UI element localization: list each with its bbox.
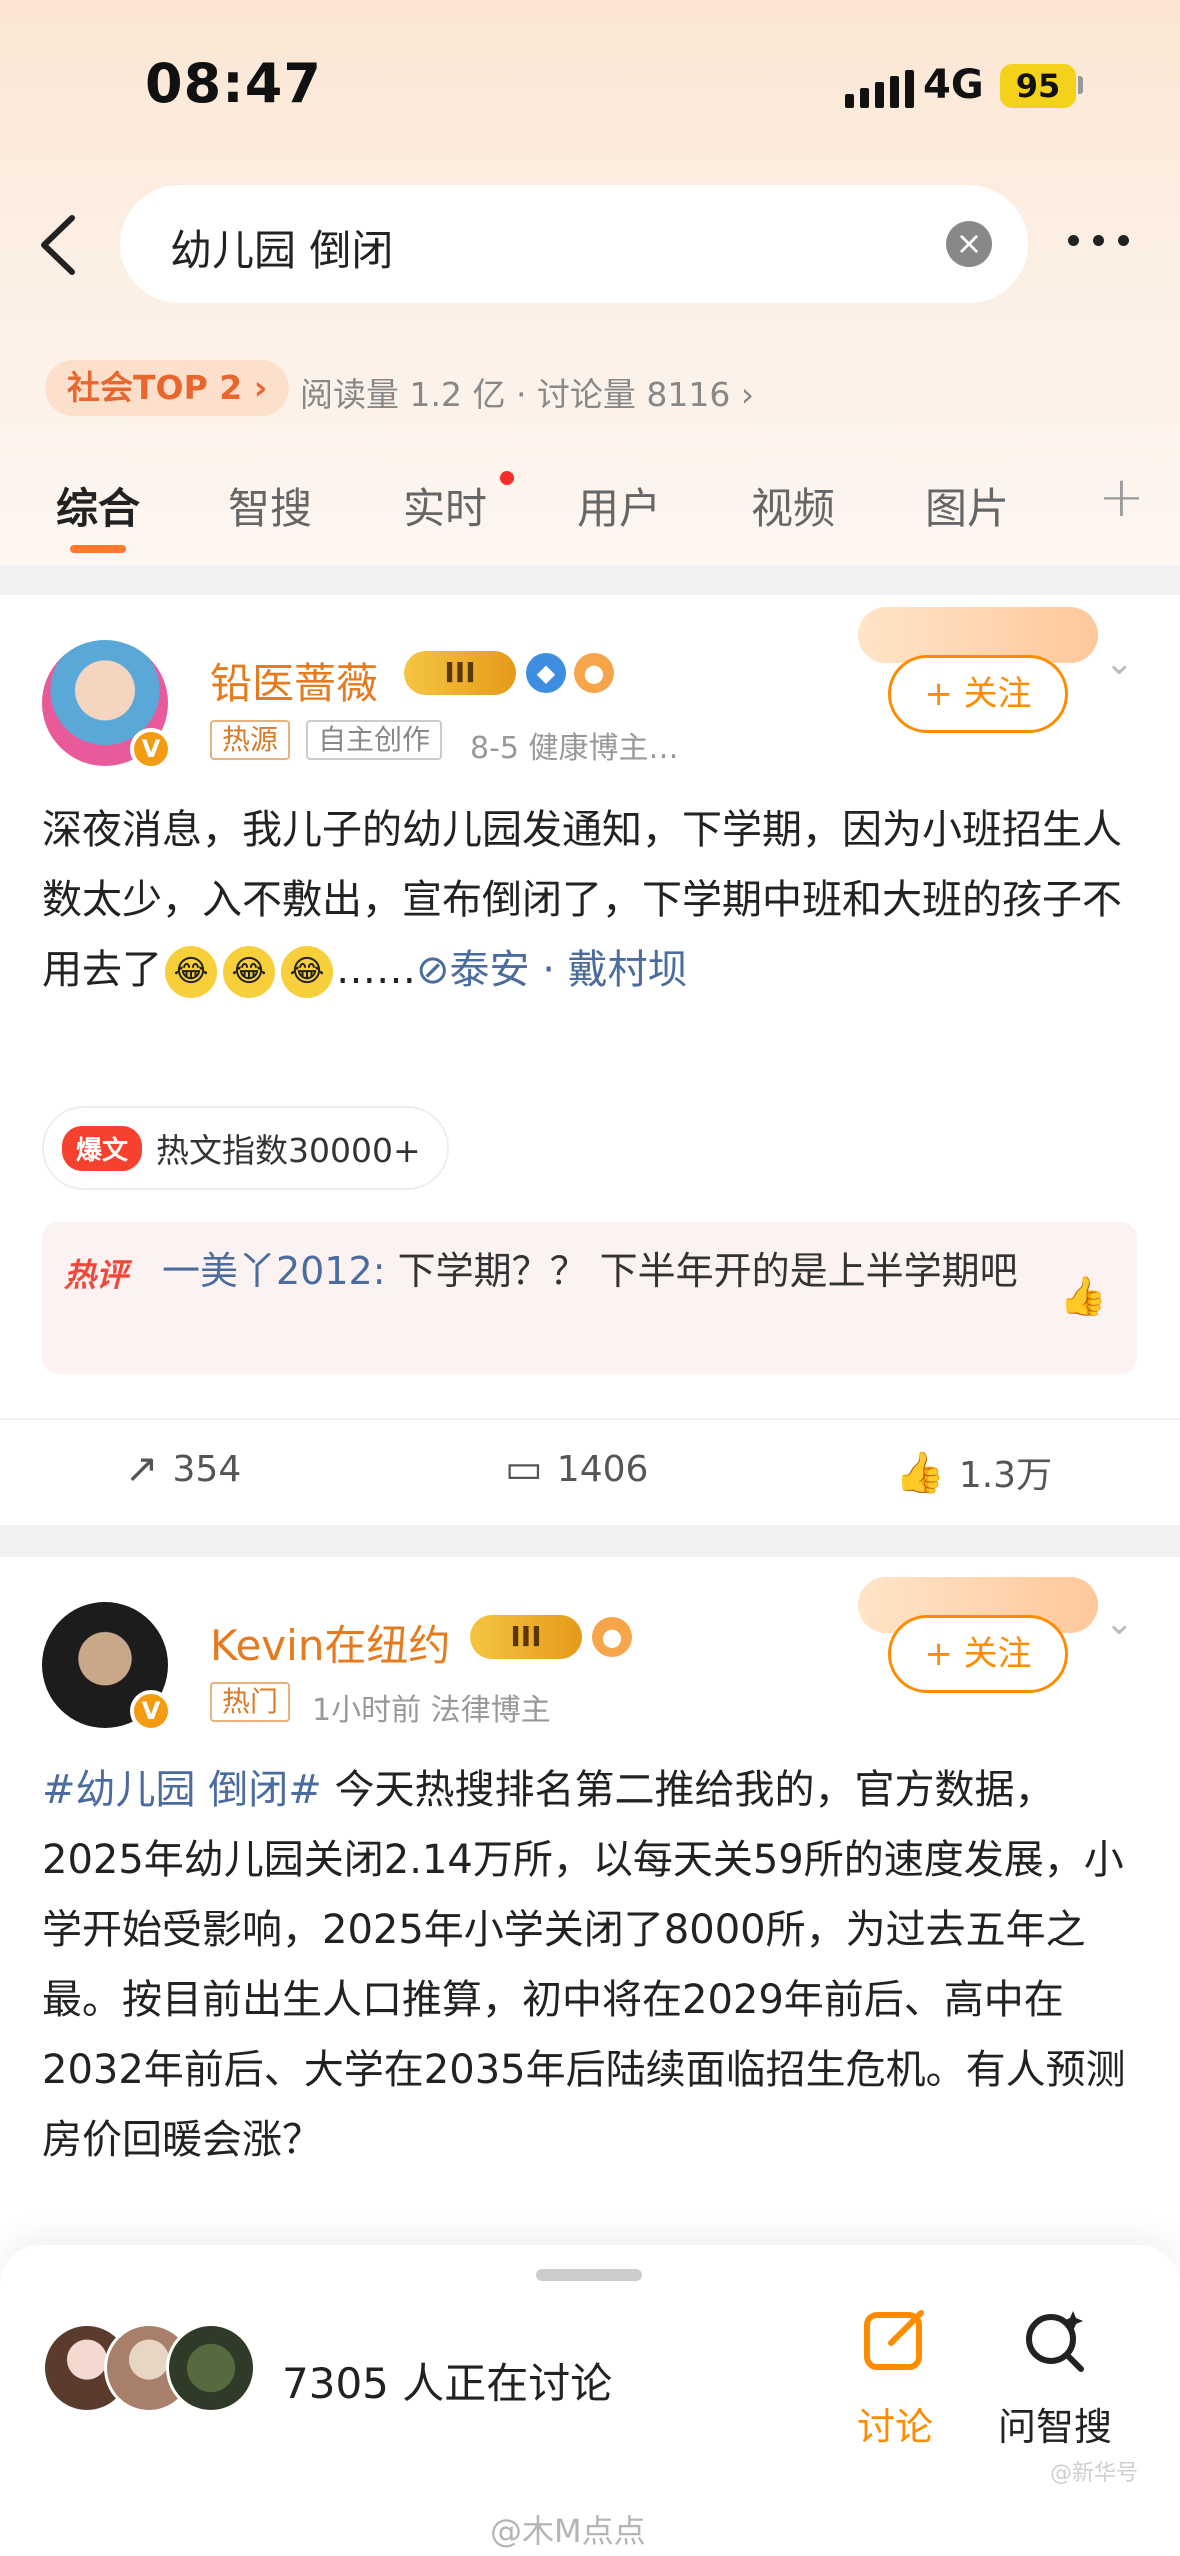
cry-laugh-emoji-icon: 😂 [281, 946, 333, 998]
comment-button[interactable]: ▭ 1406 [505, 1446, 648, 1492]
topic-stats[interactable]: 阅读量 1.2 亿 · 讨论量 8116 › [300, 368, 754, 416]
drag-handle[interactable] [536, 2269, 642, 2281]
tab-users[interactable]: 用户 [577, 475, 661, 536]
hot-comment[interactable]: 热评 一美丫2012: 下学期？？ 下半年开的是上半学期吧 👍 [42, 1222, 1137, 1374]
verified-icon: V [130, 1690, 172, 1732]
post-meta: 1小时前 法律博主 [312, 1693, 551, 1728]
share-icon: ↗ [125, 1446, 159, 1492]
like-count: 1.3万 [958, 1455, 1053, 1496]
header-area: 08:47 4G 95 幼儿园 倒闭 × 社会TOP 2 › 阅读量 1.2 亿… [0, 0, 1180, 565]
tag-hot: 热门 [210, 1682, 291, 1722]
comment-icon: ▭ [505, 1446, 543, 1492]
search-query: 幼儿园 倒闭 [170, 226, 394, 275]
follow-button[interactable]: + 关注 [888, 1615, 1068, 1693]
tab-smart-search[interactable]: 智搜 [228, 475, 312, 536]
add-tab-icon[interactable]: + [1098, 465, 1145, 530]
comment-body: 下学期？？ 下半年开的是上半学期吧 [385, 1249, 1018, 1293]
back-button[interactable] [30, 210, 90, 280]
tab-realtime[interactable]: 实时 [403, 475, 487, 536]
clock: 08:47 [145, 52, 322, 115]
repost-button[interactable]: ↗ 354 [125, 1446, 241, 1492]
tab-images[interactable]: 图片 [925, 475, 1009, 536]
post-body: 今天热搜排名第二推给我的，官方数据，2025年幼儿园关闭2.14万所，以每天关5… [42, 1767, 1126, 2163]
notification-dot [500, 471, 514, 485]
participant-avatars [42, 2323, 262, 2433]
avatar[interactable]: V [42, 1602, 172, 1732]
hot-index-badge[interactable]: 爆文 热文指数30000+ [42, 1106, 449, 1190]
search-sparkle-icon [985, 2305, 1125, 2396]
battery-icon: 95 [1000, 64, 1076, 108]
tab-bar: 综合 智搜 实时 用户 视频 图片 + [0, 465, 1180, 565]
signal-icon [845, 70, 914, 108]
thumbs-up-icon[interactable]: 👍 [1060, 1274, 1107, 1319]
tag-original: 自主创作 [306, 720, 443, 760]
search-input[interactable]: 幼儿园 倒闭 × [120, 185, 1028, 303]
post-text[interactable]: 深夜消息，我儿子的幼儿园发通知，下学期，因为小班招生人数太少，入不敷出，宣布倒闭… [42, 795, 1142, 1005]
level-badge: III [404, 651, 516, 695]
discussion-count: 7305 人正在讨论 [282, 2359, 613, 2408]
cry-laugh-emoji-icon: 😂 [165, 946, 217, 998]
verified-icon: V [130, 728, 172, 770]
ellipsis: …… [336, 947, 416, 993]
edit-icon [825, 2305, 965, 2396]
cry-laugh-emoji-icon: 😂 [223, 946, 275, 998]
thumbs-up-icon: 👍 [895, 1449, 945, 1496]
tab-comprehensive[interactable]: 综合 [56, 475, 140, 536]
location-link[interactable]: 泰安 · 戴村坝 [450, 947, 688, 993]
level-badge: III [470, 1615, 582, 1659]
topic-rank-badge[interactable]: 社会TOP 2 › [45, 360, 290, 416]
chevron-down-icon[interactable]: ⌄ [1105, 643, 1134, 683]
hashtag-link[interactable]: #幼儿园 倒闭# [42, 1767, 322, 1813]
clear-icon[interactable]: × [946, 221, 992, 267]
hot-article-label: 爆文 [62, 1125, 143, 1171]
active-tab-indicator [70, 545, 126, 553]
ask-label: 问智搜 [997, 2405, 1112, 2449]
avatar [166, 2323, 256, 2413]
chevron-down-icon[interactable]: ⌄ [1105, 1603, 1134, 1643]
follow-button[interactable]: + 关注 [888, 655, 1068, 733]
comment-user[interactable]: 一美丫2012: [162, 1249, 386, 1293]
username[interactable]: 铅医蔷薇 [210, 650, 378, 711]
avatar[interactable]: V [42, 640, 172, 770]
like-button[interactable]: 👍 1.3万 [895, 1446, 1052, 1498]
ask-smart-search-button[interactable]: 问智搜 [985, 2305, 1125, 2451]
hot-comment-label: 热评 [64, 1256, 129, 1294]
status-bar: 08:47 4G 95 [0, 0, 1180, 170]
location-icon: ⊘ [416, 947, 450, 993]
comment-count: 1406 [556, 1448, 649, 1490]
discuss-label: 讨论 [856, 2405, 933, 2449]
repost-count: 354 [172, 1448, 242, 1490]
discuss-button[interactable]: 讨论 [825, 2305, 965, 2451]
hot-index-text: 热文指数30000+ [156, 1131, 421, 1170]
shield-icon: ◆ [526, 653, 566, 693]
tag-hot-source: 热源 [210, 720, 291, 760]
battery-tip [1078, 76, 1083, 94]
tab-videos[interactable]: 视频 [751, 475, 835, 536]
username[interactable]: Kevin在纽约 [210, 1612, 450, 1673]
more-icon[interactable] [1068, 235, 1129, 246]
watermark: @木M点点 [490, 2512, 646, 2550]
hot-comment-text: 一美丫2012: 下学期？？ 下半年开的是上半学期吧 [162, 1238, 1042, 1304]
watermark-secondary: @新华号 [1050, 2461, 1139, 2486]
fish-icon: ● [574, 653, 614, 693]
network-label: 4G [923, 62, 984, 108]
post-text[interactable]: #幼儿园 倒闭# 今天热搜排名第二推给我的，官方数据，2025年幼儿园关闭2.1… [42, 1755, 1142, 2175]
post-meta: 8-5 健康博主… [470, 731, 679, 766]
chevron-left-icon [41, 215, 75, 275]
fish-icon: ● [592, 1617, 632, 1657]
action-bar: ↗ 354 ▭ 1406 👍 1.3万 [0, 1418, 1180, 1516]
post-card: V 铅医蔷薇 III ◆ ● 热源 自主创作 8-5 健康博主… + 关注 ⌄ … [0, 595, 1180, 1525]
